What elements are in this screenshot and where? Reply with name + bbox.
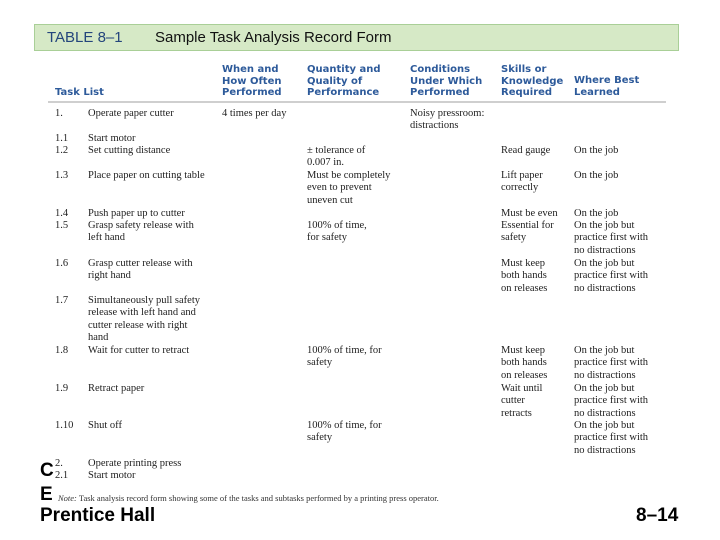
cell-task: Place paper on cutting table [88,170,205,181]
header-quantity: Quantity and Quality of Performance [307,64,381,99]
cell-task: Grasp cutter release with right hand [88,258,193,282]
header-line: How Often [222,75,282,87]
cell-task: Start motor [88,470,136,481]
header-line: Performed [222,87,282,98]
header-line: Performance [307,87,380,98]
slide-title-bar: TABLE 8–1 Sample Task Analysis Record Fo… [34,24,679,51]
cell-task: Simultaneously pull safety release with l… [88,295,200,344]
header-rule [48,101,666,103]
header-line: Skills or [501,64,547,75]
cell-task: Grasp safety release with left hand [88,220,194,244]
cell-skills: Wait until cutter retracts [501,383,543,419]
cell-quantity: 100% of time, for safety [307,345,382,369]
cell-num: 1.9 [55,383,69,394]
table-note: Note: Task analysis record form showing … [58,493,439,503]
cell-skills: Must keep both hands on releases [501,345,548,381]
cell-num: 1.1 [55,133,69,144]
cell-task: Start motor [88,133,136,144]
page-number: 8–14 [636,505,679,526]
cell-where: On the job but practice first with no dist… [574,258,649,294]
cell-num: 2.1 [55,470,69,481]
cell-task: Wait for cutter to retract [88,345,190,356]
footer-line-1: C [40,460,54,481]
header-line: Quantity and [307,64,381,75]
cell-skills: Essential for safety [501,220,554,244]
cell-num: 1. [55,108,63,119]
header-line: Required [501,87,553,98]
cell-skills: Read gauge [501,145,551,156]
cell-quantity: 100% of time, for safety [307,420,382,444]
header-line: Conditions [410,64,471,75]
cell-num: 1.3 [55,170,69,181]
cell-num: 1.4 [55,208,69,219]
header-task-list: Task List [55,87,104,98]
cell-num: 1.5 [55,220,69,231]
header-when: When and How Often Performed [222,64,282,99]
cell-where: On the job but practice first with no dist… [574,220,649,256]
cell-task: Operate paper cutter [88,108,174,119]
header-line: Where Best [574,75,640,86]
header-where: Where Best Learned [574,75,639,98]
cell-num: 1.2 [55,145,69,156]
cell-where: On the job but practice first with no dist… [574,345,649,381]
cell-task: Retract paper [88,383,145,394]
cell-where: On the job [574,208,619,219]
cell-task: Set cutting distance [88,145,171,156]
cell-where: On the job [574,145,619,156]
cell-conditions: Noisy pressroom: distractions [410,108,485,132]
cell-where: On the job but practice first with no dist… [574,420,649,456]
header-line: Learned [574,86,620,98]
header-line: When and [222,64,279,75]
cell-quantity: ± tolerance of 0.007 in. [307,145,366,169]
cell-where: On the job but practice first with no dist… [574,383,649,419]
cell-task: Operate printing press [88,458,182,469]
cell-quantity: 100% of time, for safety [307,220,367,244]
cell-task: Shut off [88,420,122,431]
note-text: Task analysis record form showing some o… [78,493,439,503]
header-line: Quality of [307,75,363,87]
cell-task: Push paper up to cutter [88,208,185,219]
footer-line-2: E [40,484,53,505]
header-conditions: Conditions Under Which Performed [410,64,482,99]
footer-publisher: Prentice Hall [40,505,156,526]
cell-where: On the job [574,170,619,181]
table-number: TABLE 8–1 [47,29,123,46]
cell-num: 1.10 [55,420,74,431]
table-title: Sample Task Analysis Record Form [155,29,392,46]
cell-when: 4 times per day [222,108,287,119]
cell-quantity: Must be completely even to prevent uneven … [307,170,391,206]
note-label: Note: [58,493,77,503]
header-line: Performed [410,87,470,98]
header-skills: Skills or Knowledge Required [501,64,563,99]
cell-skills: Lift paper correctly [501,170,543,194]
cell-num: 1.7 [55,295,69,306]
cell-num: 1.8 [55,345,69,356]
cell-skills: Must keep both hands on releases [501,258,548,294]
header-line: Knowledge [501,75,564,87]
header-line: Under Which [410,75,483,87]
cell-skills: Must be even [501,208,558,219]
cell-num: 2. [55,458,63,469]
cell-num: 1.6 [55,258,69,269]
